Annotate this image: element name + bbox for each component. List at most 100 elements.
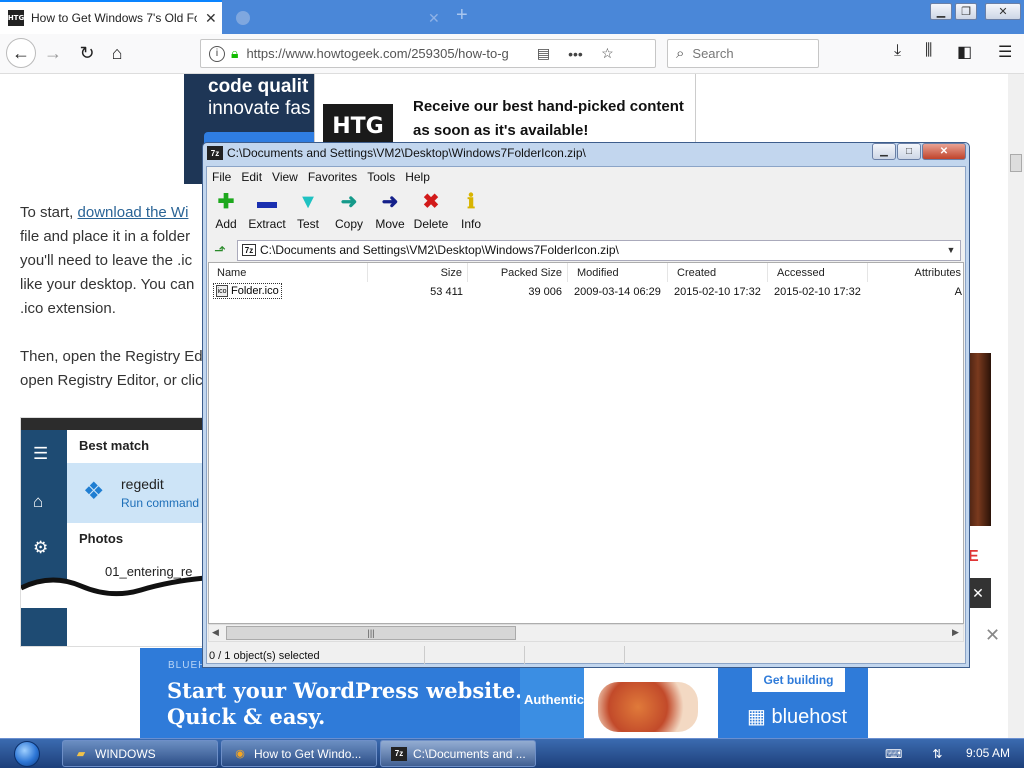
7zip-icon: 7z bbox=[207, 146, 223, 160]
delete-icon: ✖ bbox=[422, 191, 440, 213]
article-text-line: file and place it in a folder bbox=[20, 228, 191, 245]
website-mockup: Authentic Tacos bbox=[520, 668, 718, 738]
7zip-close-button[interactable]: ✕ bbox=[922, 143, 966, 160]
photos-heading: Photos bbox=[79, 531, 124, 546]
file-created: 2015-02-10 17:32 bbox=[674, 285, 761, 298]
column-header-packed-size[interactable]: Packed Size bbox=[468, 263, 568, 282]
home-icon: ⌂ bbox=[33, 492, 44, 511]
dropdown-arrow-icon[interactable]: ▼ bbox=[942, 245, 960, 255]
page-scrollbar-thumb[interactable] bbox=[1010, 154, 1022, 172]
search-bar[interactable]: ⌕ Search bbox=[667, 39, 819, 68]
page-actions-icon[interactable]: ••• bbox=[564, 46, 586, 62]
extract-icon: ▬ bbox=[257, 191, 277, 213]
scroll-left-icon[interactable]: ◀ bbox=[212, 627, 219, 638]
table-row[interactable]: ico Folder.ico bbox=[213, 283, 282, 299]
article-text-line: .ico extension. bbox=[20, 300, 116, 317]
7zip-maximize-button[interactable]: □ bbox=[897, 143, 921, 160]
taskbar-item-windows-folder[interactable]: ▰ WINDOWS bbox=[62, 740, 218, 767]
menu-view[interactable]: View bbox=[267, 170, 303, 184]
file-packed-size: 39 006 bbox=[528, 285, 562, 298]
file-list[interactable] bbox=[208, 262, 964, 624]
menu-edit[interactable]: Edit bbox=[236, 170, 267, 184]
taskbar-clock[interactable]: 9:05 AM bbox=[966, 746, 1010, 760]
taskbar-item-browser[interactable]: ◉ How to Get Windo... bbox=[221, 740, 377, 767]
delete-button[interactable]: ✖ Delete bbox=[410, 190, 452, 234]
column-header-created[interactable]: Created bbox=[668, 263, 768, 282]
taco-image bbox=[598, 682, 698, 732]
back-button[interactable]: ← bbox=[6, 38, 36, 68]
lock-icon[interactable]: 🔒︎ bbox=[231, 45, 238, 62]
file-size: 53 411 bbox=[430, 285, 463, 298]
new-tab-icon[interactable]: + bbox=[456, 4, 468, 27]
tab-howtogeek[interactable]: HTG How to Get Windows 7's Old Folder ✕ bbox=[0, 0, 222, 34]
reload-button[interactable]: ↻ bbox=[72, 38, 102, 68]
home-button[interactable]: ⌂ bbox=[102, 38, 132, 68]
window-restore-button[interactable]: ❐ bbox=[955, 3, 977, 20]
system-tray: ⌨ ⇅ bbox=[885, 740, 942, 767]
reader-view-icon[interactable]: ▤ bbox=[532, 45, 554, 62]
copy-button[interactable]: ➜ Copy bbox=[328, 190, 370, 234]
windows-orb-icon bbox=[14, 740, 40, 767]
folder-icon: ▰ bbox=[76, 748, 86, 760]
start-menu-sidebar: ☰ ⌂ ⚙ bbox=[21, 430, 67, 646]
download-link[interactable]: download the Wi bbox=[78, 204, 189, 221]
address-combobox[interactable]: 7z C:\Documents and Settings\VM2\Desktop… bbox=[237, 239, 961, 261]
column-header-modified[interactable]: Modified bbox=[568, 263, 668, 282]
menu-tools[interactable]: Tools bbox=[362, 170, 400, 184]
forward-button[interactable]: → bbox=[38, 38, 68, 68]
downloads-icon[interactable]: ⤓ bbox=[894, 42, 901, 60]
url-bar[interactable]: i 🔒︎ https://www.howtogeek.com/259305/ho… bbox=[200, 39, 656, 68]
regedit-icon: ❖ bbox=[83, 478, 105, 505]
address-text[interactable]: C:\Documents and Settings\VM2\Desktop\Wi… bbox=[260, 243, 942, 257]
ico-file-icon: ico bbox=[216, 285, 228, 297]
best-match-heading: Best match bbox=[79, 438, 150, 453]
7zip-title: C:\Documents and Settings\VM2\Desktop\Wi… bbox=[227, 146, 586, 160]
menu-icon[interactable]: ☰ bbox=[998, 42, 1012, 62]
page-scrollbar[interactable] bbox=[1008, 74, 1024, 738]
menu-file[interactable]: File bbox=[207, 170, 236, 184]
info-button[interactable]: ℹ Info bbox=[450, 190, 492, 234]
column-header-attributes[interactable]: Attributes bbox=[868, 263, 964, 282]
ad-close-icon[interactable]: ✕ bbox=[985, 625, 1000, 646]
bluehost-logo: ▦ bluehost bbox=[747, 706, 848, 728]
menu-favorites[interactable]: Favorites bbox=[303, 170, 362, 184]
column-header-name[interactable]: Name bbox=[217, 263, 368, 282]
taskbar-item-7zip[interactable]: 7z C:\Documents and ... bbox=[380, 740, 536, 767]
start-button[interactable] bbox=[2, 739, 52, 768]
scroll-right-icon[interactable]: ▶ bbox=[952, 627, 959, 638]
copy-icon: ➜ bbox=[340, 191, 358, 213]
close-tab-icon[interactable]: ✕ bbox=[428, 10, 440, 27]
library-icon[interactable]: ⫼ bbox=[925, 42, 932, 60]
url-text[interactable]: https://www.howtogeek.com/259305/how-to-… bbox=[246, 46, 522, 61]
sidebar-icon[interactable]: ◧ bbox=[957, 42, 972, 62]
site-info-icon[interactable]: i bbox=[209, 45, 225, 62]
horizontal-scroll-thumb[interactable]: ||| bbox=[226, 626, 516, 640]
selection-status: 0 / 1 object(s) selected bbox=[209, 649, 320, 662]
column-header-accessed[interactable]: Accessed bbox=[768, 263, 868, 282]
ad-line-1: code qualit bbox=[208, 76, 309, 97]
bookmark-star-icon[interactable]: ☆ bbox=[596, 45, 618, 62]
extract-button[interactable]: ▬ Extract bbox=[246, 190, 288, 234]
file-accessed: 2015-02-10 17:32 bbox=[774, 285, 861, 298]
tab-inactive[interactable]: ✕ bbox=[226, 5, 448, 31]
get-building-button[interactable]: Get building bbox=[752, 668, 845, 692]
window-minimize-button[interactable]: ▁ bbox=[930, 3, 952, 20]
run-command-label: Run command bbox=[121, 496, 200, 510]
test-button[interactable]: ▼ Test bbox=[287, 190, 329, 234]
column-header-size[interactable]: Size bbox=[368, 263, 468, 282]
close-tab-icon[interactable]: ✕ bbox=[205, 10, 217, 27]
move-button[interactable]: ➜ Move bbox=[369, 190, 411, 234]
regedit-label: regedit bbox=[121, 476, 164, 492]
file-name[interactable]: Folder.ico bbox=[231, 285, 279, 297]
settings-gear-icon: ⚙ bbox=[33, 538, 49, 557]
network-icon[interactable]: ⇅ bbox=[932, 747, 942, 761]
keyboard-icon[interactable]: ⌨ bbox=[885, 747, 902, 761]
folder-up-icon[interactable]: ⬏ bbox=[207, 239, 233, 261]
7zip-minimize-button[interactable]: ▁ bbox=[872, 143, 896, 160]
7zip-titlebar: 7z C:\Documents and Settings\VM2\Desktop… bbox=[207, 146, 586, 160]
7zip-icon: 7z bbox=[391, 746, 407, 761]
menu-help[interactable]: Help bbox=[400, 170, 435, 184]
window-close-button[interactable]: ✕ bbox=[985, 3, 1021, 20]
add-button[interactable]: ✚ Add bbox=[205, 190, 247, 234]
newsletter-text: Receive our best hand-picked content as … bbox=[413, 98, 684, 139]
